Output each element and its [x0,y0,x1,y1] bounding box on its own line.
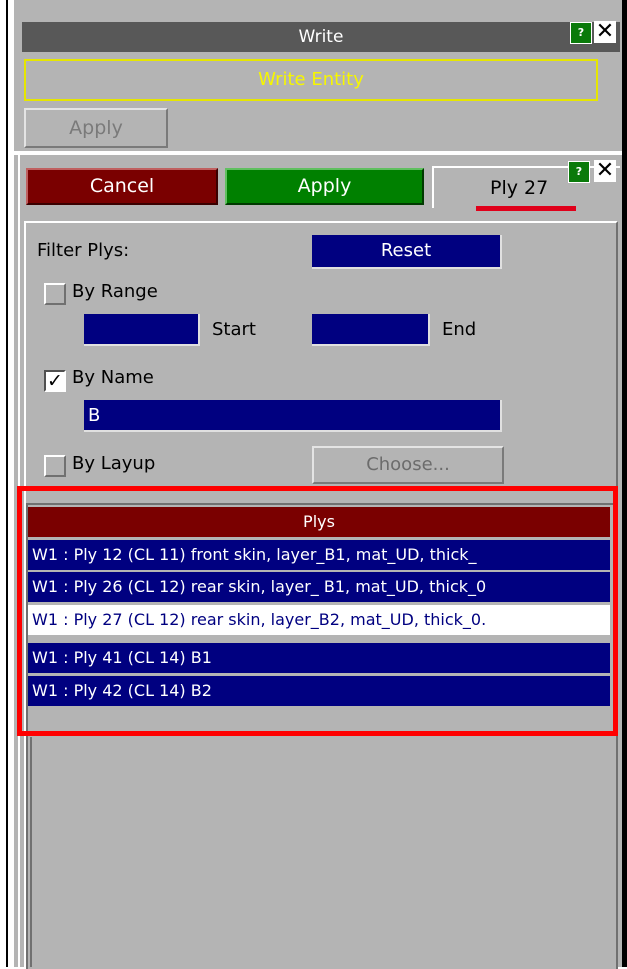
ply-close-icon[interactable]: ✕ [594,160,616,182]
cancel-button[interactable]: Cancel [26,168,218,205]
list-inner-edge [30,737,32,967]
close-icon[interactable]: ✕ [594,21,616,43]
choose-button[interactable]: Choose... [312,446,504,484]
reset-button[interactable]: Reset [312,235,502,269]
start-label: Start [212,319,256,340]
tab-ply-label: Ply 27 [490,177,549,199]
by-range-checkbox[interactable] [44,283,66,305]
apply-button[interactable]: Apply [225,168,424,205]
window-right-border [622,0,627,967]
window-left-border [0,0,14,967]
by-range-label: By Range [72,281,158,302]
panel-divider [14,151,622,155]
help-icon[interactable]: ? [570,22,592,44]
filter-title: Filter Plys: [37,240,130,261]
by-name-checkbox[interactable]: ✓ [44,370,66,392]
by-layup-checkbox[interactable] [44,455,66,477]
write-apply-button[interactable]: Apply [24,108,168,148]
range-end-input[interactable] [312,314,430,346]
list-highlight-box [17,486,618,736]
range-start-input[interactable] [84,314,200,346]
write-window: Write ? ✕ Write Entity Apply Cancel Appl… [0,0,627,969]
window-title: Write [22,22,620,52]
tab-ply[interactable]: Ply 27 [432,166,620,208]
by-name-label: By Name [72,367,154,388]
end-label: End [442,319,477,340]
ply-help-icon[interactable]: ? [568,161,590,183]
write-entity-button[interactable]: Write Entity [24,59,598,101]
tab-active-underline [476,206,576,211]
by-layup-label: By Layup [72,453,156,474]
name-filter-input[interactable]: B [84,400,502,432]
